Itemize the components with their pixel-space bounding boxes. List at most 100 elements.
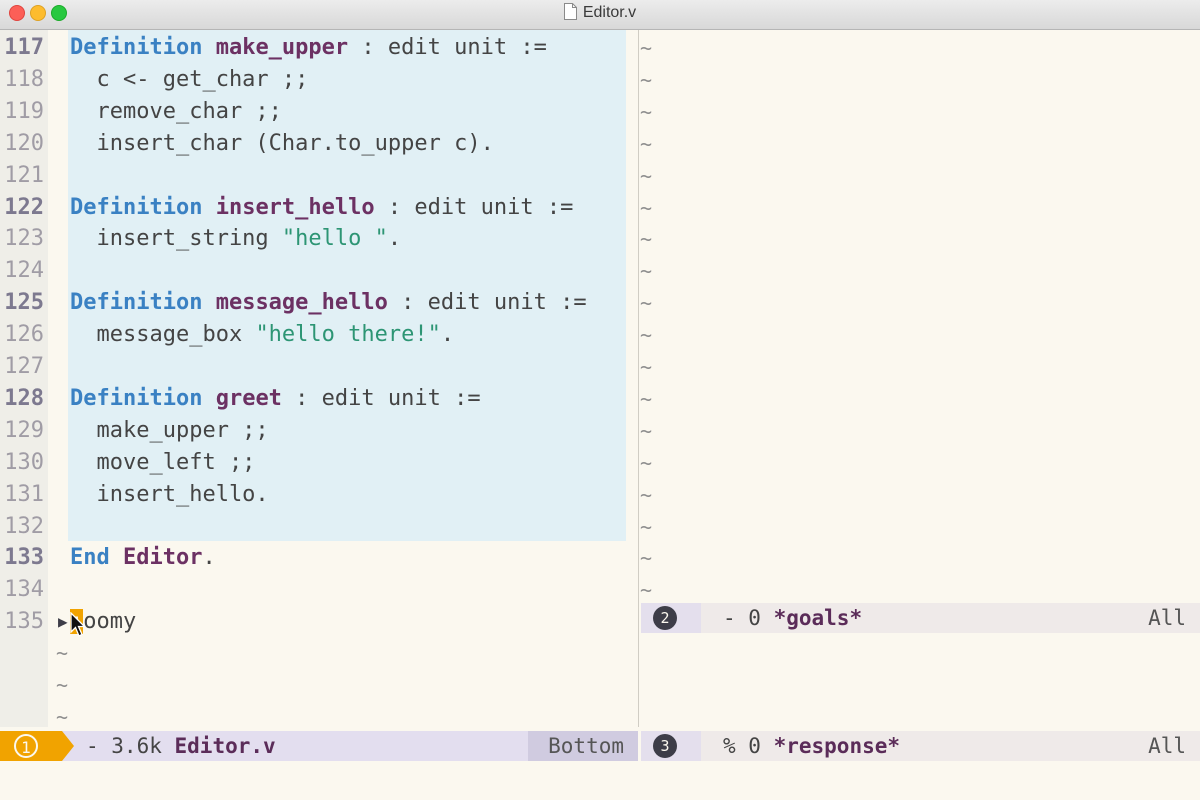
empty-line-marker: ~ <box>56 672 69 697</box>
response-modeline: 3 % 0 *response* All <box>641 731 1200 761</box>
line-number: 122 <box>4 194 44 220</box>
line-number: 128 <box>4 385 44 411</box>
plain-token: . <box>202 545 216 571</box>
line-number: 121 <box>4 162 44 188</box>
code-line[interactable]: 120 insert_char (Char.to_upper c). <box>0 128 636 160</box>
identifier-token: make_upper <box>215 35 349 60</box>
code-line[interactable]: 117 Definition make_upper : edit unit := <box>0 32 636 64</box>
empty-line-marker: ~ <box>640 291 653 316</box>
line-number: 126 <box>4 322 44 348</box>
code-line[interactable]: 126 message_box "hello there!". <box>0 319 636 351</box>
code-line[interactable]: 132 <box>0 511 636 543</box>
response-buffer-info: % 0 *response* <box>723 731 900 761</box>
empty-line-marker: ~ <box>640 386 653 411</box>
plain-token: c <- get_char ;; <box>70 66 309 92</box>
line-number: 119 <box>4 98 44 124</box>
line-number: 133 <box>4 545 44 571</box>
plain-token: oomy <box>83 609 137 635</box>
string-token: "hello there!" <box>255 322 441 348</box>
empty-line-marker: ~ <box>640 67 653 92</box>
string-token: "hello " <box>281 226 388 252</box>
keyword-token: Definition <box>70 290 203 316</box>
plain-token: remove_char ;; <box>70 98 282 124</box>
code-line[interactable]: 118 c <- get_char ;; <box>0 64 636 96</box>
code-line[interactable]: 131 insert_hello. <box>0 479 636 511</box>
empty-line-marker: ~ <box>640 259 653 284</box>
empty-line-marker: ~ <box>640 450 653 475</box>
code-line[interactable]: 123 insert_string "hello ". <box>0 223 636 255</box>
line-number: 117 <box>4 35 44 60</box>
code-line[interactable]: 127 <box>0 351 636 383</box>
code-text: move_left ;; <box>70 447 255 479</box>
minibuffer[interactable] <box>0 762 1200 800</box>
empty-line-marker: ~ <box>640 418 653 443</box>
goals-modeline: 2 - 0 *goals* All <box>641 603 1200 633</box>
code-line[interactable]: 128 Definition greet : edit unit := <box>0 383 636 415</box>
goals-buffer-size: - 0 <box>723 606 761 630</box>
empty-line-marker: ~ <box>640 578 653 603</box>
code-text: remove_char ;; <box>70 96 282 128</box>
keyword-token: Definition <box>70 35 203 60</box>
plain-token: message_box <box>70 322 256 348</box>
line-number: 129 <box>4 417 44 443</box>
code-text: Definition make_upper : edit unit := <box>70 32 547 64</box>
editor-buffer-info: - 3.6k Editor.v <box>86 731 276 761</box>
line-number: 125 <box>4 290 44 316</box>
code-text: insert_char (Char.to_upper c). <box>70 128 494 160</box>
code-line[interactable]: 129 make_upper ;; <box>0 415 636 447</box>
empty-line-marker: ~ <box>56 641 69 665</box>
plain-token: : edit unit := <box>374 194 574 220</box>
title-bar: Editor.v <box>0 0 1200 30</box>
line-number: 124 <box>4 258 44 284</box>
code-text: message_box "hello there!". <box>70 319 454 351</box>
plain-token: : edit unit := <box>348 35 547 60</box>
code-line[interactable]: 135:oomy▶ <box>0 606 636 638</box>
window-number-badge: 2 <box>653 606 677 630</box>
code-text: Definition greet : edit unit := <box>70 383 481 415</box>
plain-token: make_upper ;; <box>70 417 269 443</box>
code-line[interactable]: 130 move_left ;; <box>0 447 636 479</box>
plain-token: insert_string <box>70 226 282 252</box>
fringe-arrow-icon: ▶ <box>58 612 68 632</box>
window-title: Editor.v <box>0 3 1200 22</box>
empty-line-marker: ~ <box>640 355 653 379</box>
identifier-token: greet <box>215 385 282 411</box>
code-line[interactable]: 133 End Editor. <box>0 542 636 574</box>
window-number-badge: 3 <box>653 734 677 758</box>
code-line[interactable]: 119 remove_char ;; <box>0 96 636 128</box>
line-number: 118 <box>4 66 44 92</box>
goals-buffer-info: - 0 *goals* <box>723 603 862 633</box>
code-line[interactable]: 125 Definition message_hello : edit unit … <box>0 287 636 319</box>
empty-line-marker: ~ <box>640 163 653 188</box>
response-buffer-size: % 0 <box>723 734 761 758</box>
plain-token: insert_char (Char.to_upper c). <box>70 130 494 156</box>
editor-buffer-size: - 3.6k <box>86 734 162 758</box>
code-line[interactable]: 121 <box>0 160 636 192</box>
code-line[interactable]: 124 <box>0 255 636 287</box>
keyword-token: End <box>70 545 110 571</box>
empty-line-marker: ~ <box>640 131 653 156</box>
empty-line-marker: ~ <box>56 704 69 729</box>
response-buffer-position: All <box>1148 734 1186 758</box>
plain-token: : edit unit := <box>387 290 587 316</box>
code-text: insert_hello. <box>70 479 268 511</box>
empty-line-marker: ~ <box>640 546 653 571</box>
response-buffer-name: *response* <box>773 734 901 758</box>
window-title-text: Editor.v <box>582 4 637 21</box>
line-number: 127 <box>4 354 44 379</box>
code-line[interactable]: 122 Definition insert_hello : edit unit :… <box>0 192 636 224</box>
modeline-arrow <box>62 731 74 761</box>
line-number: 132 <box>4 513 44 539</box>
code-line[interactable]: 134 <box>0 574 636 606</box>
editor-buffer-name: Editor.v <box>174 734 276 758</box>
identifier-token: Editor <box>123 545 203 571</box>
line-number: 123 <box>4 226 44 252</box>
code-text: c <- get_char ;; <box>70 64 308 96</box>
code-text: make_upper ;; <box>70 415 269 447</box>
goals-buffer-name: *goals* <box>773 606 863 630</box>
window-number-badge: 1 <box>14 734 38 758</box>
